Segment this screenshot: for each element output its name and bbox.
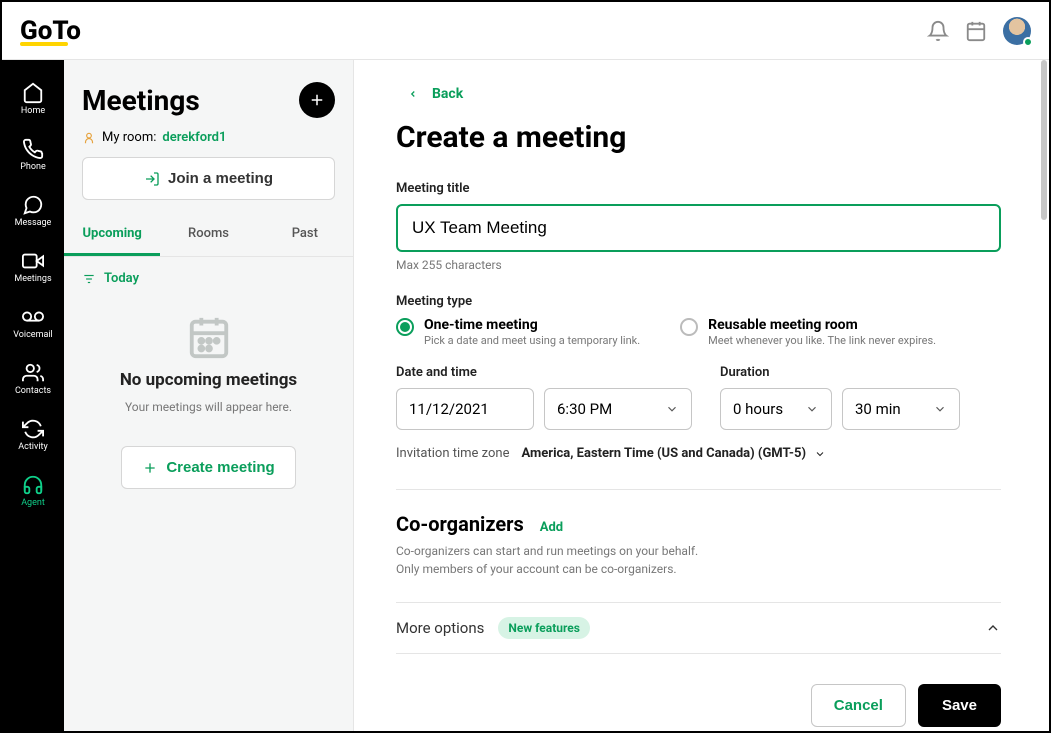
activity-icon: [22, 418, 44, 440]
more-options-toggle[interactable]: More options New features: [396, 602, 1001, 654]
nav-meetings[interactable]: Meetings: [2, 246, 64, 288]
voicemail-icon: [22, 306, 44, 328]
title-label: Meeting title: [396, 181, 1001, 196]
bell-icon[interactable]: [927, 20, 949, 42]
new-features-badge: New features: [498, 617, 590, 639]
nav-phone[interactable]: Phone: [2, 134, 64, 176]
nav-message[interactable]: Message: [2, 190, 64, 232]
chevron-down-icon: [933, 402, 947, 416]
presence-indicator: [1023, 37, 1033, 47]
coorganizers-desc: Co-organizers can start and run meetings…: [396, 542, 1001, 578]
minutes-select[interactable]: 30 min: [842, 388, 960, 430]
empty-title: No upcoming meetings: [120, 370, 297, 390]
user-icon: [82, 131, 96, 145]
join-meeting-button[interactable]: Join a meeting: [82, 157, 335, 200]
phone-icon: [22, 138, 44, 160]
tab-rooms[interactable]: Rooms: [160, 214, 256, 256]
empty-subtitle: Your meetings will appear here.: [125, 400, 292, 414]
panel-title: Meetings: [82, 84, 200, 117]
brand-logo[interactable]: GoTo: [20, 16, 81, 46]
chevron-left-icon: [408, 89, 418, 99]
sidebar: Home Phone Message Meetings Voicemail Co…: [2, 60, 64, 731]
my-room-row: My room: derekford1: [64, 130, 353, 157]
filter-icon: [82, 272, 96, 286]
my-room-link[interactable]: derekford1: [162, 130, 226, 145]
chevron-down-icon: [814, 448, 826, 460]
save-button[interactable]: Save: [918, 684, 1001, 727]
meeting-title-input[interactable]: [396, 204, 1001, 252]
my-room-label: My room:: [102, 130, 156, 145]
duration-label: Duration: [720, 365, 832, 380]
radio-reusable[interactable]: Reusable meeting room Meet whenever you …: [680, 317, 936, 347]
tab-past[interactable]: Past: [257, 214, 353, 256]
title-hint: Max 255 characters: [396, 258, 1001, 272]
chevron-down-icon: [665, 402, 679, 416]
add-coorganizer-link[interactable]: Add: [540, 520, 563, 535]
coorganizers-title: Co-organizers: [396, 512, 524, 536]
date-label: Date and time: [396, 365, 534, 380]
plus-icon: [142, 460, 158, 476]
nav-contacts[interactable]: Contacts: [2, 358, 64, 400]
tab-upcoming[interactable]: Upcoming: [64, 214, 160, 256]
enter-icon: [144, 171, 160, 187]
timezone-label: Invitation time zone: [396, 446, 510, 461]
headset-icon: [22, 474, 44, 496]
today-filter[interactable]: Today: [64, 257, 353, 300]
message-icon: [22, 194, 44, 216]
scrollbar[interactable]: [1041, 60, 1047, 220]
nav-home[interactable]: Home: [2, 78, 64, 120]
back-button[interactable]: Back: [408, 86, 1001, 102]
nav-voicemail[interactable]: Voicemail: [2, 302, 64, 344]
avatar[interactable]: [1003, 17, 1031, 45]
time-select[interactable]: 6:30 PM: [544, 388, 692, 430]
empty-state: No upcoming meetings Your meetings will …: [64, 300, 353, 489]
chevron-up-icon: [985, 620, 1001, 636]
add-meeting-button[interactable]: [299, 82, 335, 118]
video-icon: [22, 250, 44, 272]
contacts-icon: [22, 362, 44, 384]
meetings-tabs: Upcoming Rooms Past: [64, 214, 353, 257]
date-input[interactable]: 11/12/2021: [396, 388, 534, 430]
plus-icon: [308, 91, 326, 109]
calendar-icon[interactable]: [965, 20, 987, 42]
page-title: Create a meeting: [396, 120, 1001, 155]
nav-agent[interactable]: Agent: [2, 470, 64, 512]
meetings-panel: Meetings My room: derekford1 Join a meet…: [64, 60, 354, 731]
timezone-select[interactable]: America, Eastern Time (US and Canada) (G…: [522, 446, 827, 461]
create-meeting-button[interactable]: Create meeting: [121, 446, 295, 489]
cancel-button[interactable]: Cancel: [811, 684, 906, 727]
radio-indicator: [680, 318, 698, 336]
create-meeting-form: Back Create a meeting Meeting title Max …: [354, 60, 1049, 731]
hours-select[interactable]: 0 hours: [720, 388, 832, 430]
calendar-placeholder-icon: [186, 314, 232, 360]
chevron-down-icon: [805, 402, 819, 416]
nav-activity[interactable]: Activity: [2, 414, 64, 456]
radio-indicator: [396, 318, 414, 336]
type-label: Meeting type: [396, 294, 1001, 309]
home-icon: [22, 82, 44, 104]
radio-onetime[interactable]: One-time meeting Pick a date and meet us…: [396, 317, 640, 347]
